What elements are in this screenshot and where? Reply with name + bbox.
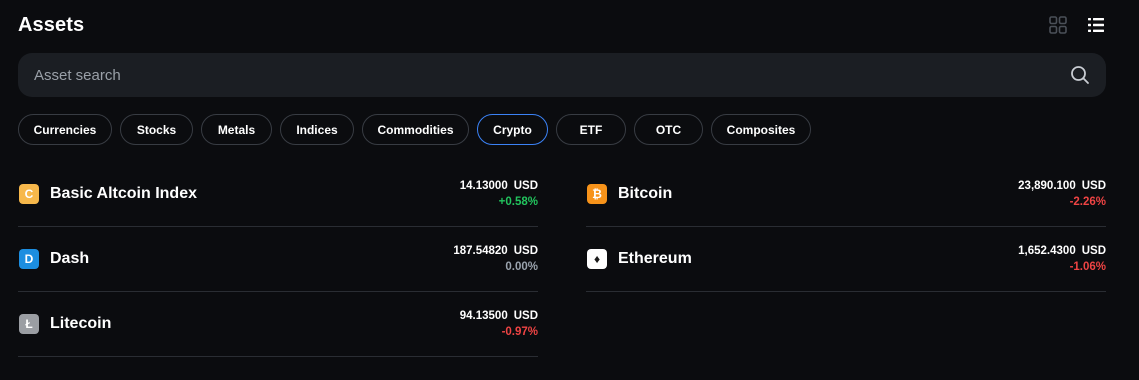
- asset-price: 14.13000 USD: [460, 180, 538, 192]
- price-unit: USD: [513, 245, 538, 257]
- asset-name: Bitcoin: [618, 185, 673, 202]
- filter-commodities[interactable]: Commodities: [362, 114, 469, 145]
- asset-change: -1.06%: [1069, 261, 1106, 273]
- asset-name: Dash: [50, 250, 90, 267]
- dash-icon: D: [19, 249, 39, 269]
- asset-column-left: C Basic Altcoin Index 14.13000 USD +0.58%…: [18, 162, 538, 357]
- category-filters: Currencies Stocks Metals Indices Commodi…: [18, 114, 811, 145]
- asset-row-dash[interactable]: D Dash 187.54820 USD 0.00%: [18, 227, 538, 292]
- asset-info: Ł Litecoin: [18, 314, 111, 334]
- asset-name: Basic Altcoin Index: [50, 185, 197, 202]
- price-unit: USD: [1081, 245, 1106, 257]
- asset-price: 187.54820 USD: [453, 245, 538, 257]
- filter-crypto[interactable]: Crypto: [477, 114, 548, 145]
- filter-composites[interactable]: Composites: [711, 114, 811, 145]
- asset-column-right: ₿ Bitcoin 23,890.100 USD -2.26% ♦ Ethereu…: [586, 162, 1106, 357]
- asset-quote: 14.13000 USD +0.58%: [460, 180, 538, 208]
- asset-change: +0.58%: [498, 196, 538, 208]
- search-input[interactable]: [34, 66, 1070, 84]
- price-value: 14.13000: [459, 180, 508, 192]
- asset-list: C Basic Altcoin Index 14.13000 USD +0.58%…: [18, 162, 1106, 357]
- price-unit: USD: [513, 180, 538, 192]
- asset-change: 0.00%: [505, 261, 538, 273]
- asset-change: -0.97%: [501, 326, 538, 338]
- grid-view-icon[interactable]: [1049, 16, 1067, 34]
- price-value: 23,890.100: [1018, 180, 1076, 192]
- asset-name: Litecoin: [50, 315, 112, 332]
- asset-price: 94.13500 USD: [460, 310, 538, 322]
- asset-quote: 23,890.100 USD -2.26%: [1018, 180, 1106, 208]
- filter-otc[interactable]: OTC: [634, 114, 703, 145]
- litecoin-icon: Ł: [19, 314, 39, 334]
- asset-row-basic-altcoin-index[interactable]: C Basic Altcoin Index 14.13000 USD +0.58%: [18, 162, 538, 227]
- asset-quote: 94.13500 USD -0.97%: [460, 310, 538, 338]
- asset-price: 1,652.4300 USD: [1018, 245, 1106, 257]
- filter-indices[interactable]: Indices: [280, 114, 354, 145]
- page-title: Assets: [18, 13, 85, 36]
- filter-currencies[interactable]: Currencies: [18, 114, 112, 145]
- price-unit: USD: [513, 310, 538, 322]
- asset-info: ₿ Bitcoin: [586, 184, 672, 204]
- asset-search-bar: [18, 53, 1106, 97]
- filter-metals[interactable]: Metals: [201, 114, 272, 145]
- ethereum-icon: ♦: [587, 249, 607, 269]
- altcoin-index-icon: C: [19, 184, 39, 204]
- asset-quote: 1,652.4300 USD -1.06%: [1018, 245, 1106, 273]
- bitcoin-icon: ₿: [587, 184, 607, 204]
- asset-info: C Basic Altcoin Index: [18, 184, 197, 204]
- price-value: 187.54820: [453, 245, 508, 257]
- filter-etf[interactable]: ETF: [556, 114, 626, 145]
- view-toggles: [1049, 16, 1105, 34]
- page-header: Assets: [18, 12, 1105, 38]
- asset-row-bitcoin[interactable]: ₿ Bitcoin 23,890.100 USD -2.26%: [586, 162, 1106, 227]
- asset-info: ♦ Ethereum: [586, 249, 692, 269]
- search-icon[interactable]: [1070, 65, 1090, 85]
- asset-row-litecoin[interactable]: Ł Litecoin 94.13500 USD -0.97%: [18, 292, 538, 357]
- asset-change: -2.26%: [1069, 196, 1106, 208]
- asset-price: 23,890.100 USD: [1018, 180, 1106, 192]
- price-value: 1,652.4300: [1018, 245, 1076, 257]
- asset-row-ethereum[interactable]: ♦ Ethereum 1,652.4300 USD -1.06%: [586, 227, 1106, 292]
- filter-stocks[interactable]: Stocks: [120, 114, 193, 145]
- price-value: 94.13500: [459, 310, 508, 322]
- asset-name: Ethereum: [618, 250, 692, 267]
- asset-quote: 187.54820 USD 0.00%: [453, 245, 538, 273]
- list-view-icon[interactable]: [1087, 16, 1105, 34]
- asset-info: D Dash: [18, 249, 89, 269]
- price-unit: USD: [1081, 180, 1106, 192]
